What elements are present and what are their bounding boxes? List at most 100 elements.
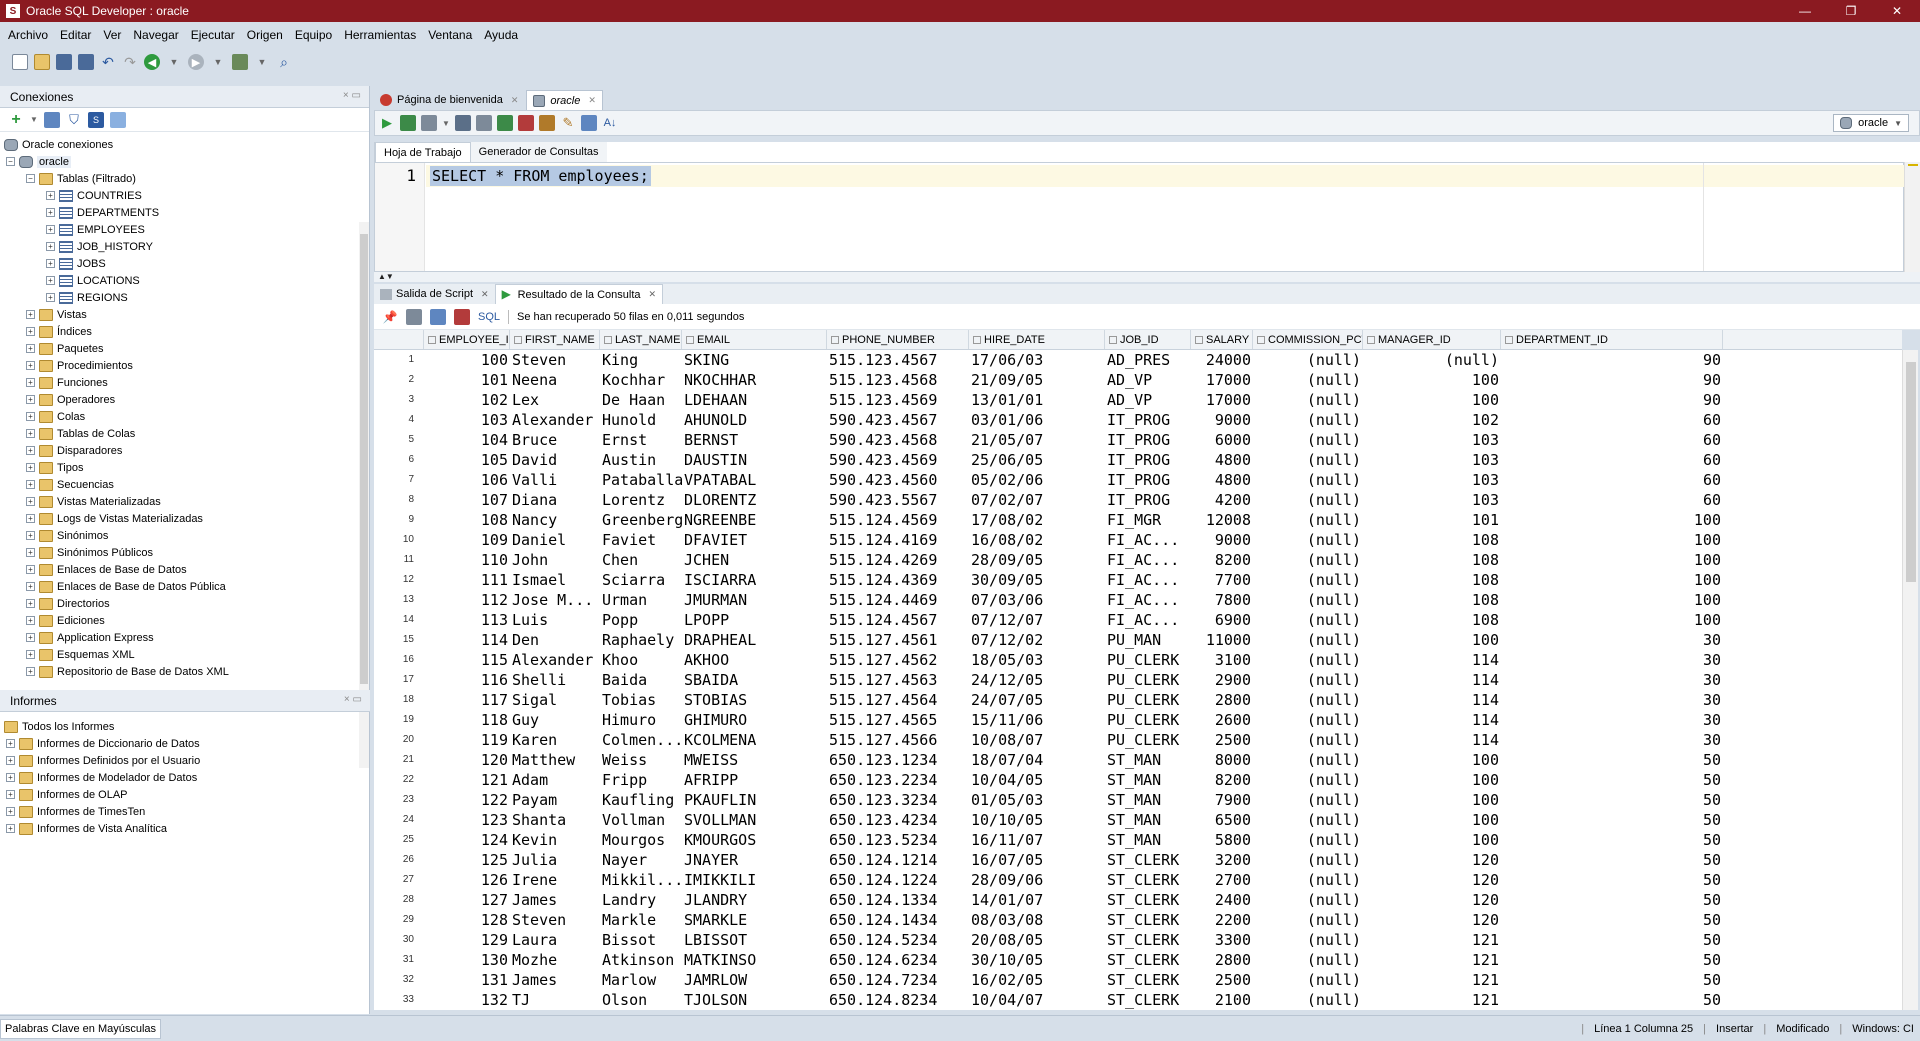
table-row[interactable]: 15 114 Den Raphaely DRAPHEAL 515.127.4561 07/1… <box>374 630 1902 650</box>
table-cell[interactable]: 25/06/05 <box>969 450 1105 470</box>
table-cell[interactable]: Sciarra <box>600 570 682 590</box>
expand-icon[interactable]: + <box>26 429 35 438</box>
table-cell[interactable]: Valli <box>510 470 600 490</box>
table-cell[interactable]: FI_MGR <box>1105 510 1191 530</box>
binoculars-icon[interactable]: ⌕ <box>276 54 292 70</box>
table-cell[interactable]: 650.123.1234 <box>827 750 969 770</box>
table-cell[interactable]: 50 <box>1501 990 1723 1010</box>
table-cell[interactable]: Laura <box>510 930 600 950</box>
column-header[interactable]: DEPARTMENT_ID <box>1501 330 1723 349</box>
table-row[interactable]: 18 117 Sigal Tobias STOBIAS 515.127.4564 24/07… <box>374 690 1902 710</box>
table-cell[interactable]: 121 <box>1363 990 1501 1010</box>
table-cell[interactable]: 590.423.4569 <box>827 450 969 470</box>
tree-root[interactable]: Oracle conexiones <box>0 136 369 153</box>
run-target-dropdown-icon[interactable]: ▼ <box>254 54 270 70</box>
table-cell[interactable]: Raphaely <box>600 630 682 650</box>
table-cell[interactable]: 122 <box>424 790 510 810</box>
table-cell[interactable]: 10/08/07 <box>969 730 1105 750</box>
table-cell[interactable]: (null) <box>1253 730 1363 750</box>
table-cell[interactable]: 103 <box>1363 470 1501 490</box>
tree-folder-item[interactable]: + Disparadores <box>0 442 369 459</box>
expand-icon[interactable]: + <box>26 480 35 489</box>
table-cell[interactable]: 650.124.6234 <box>827 950 969 970</box>
table-cell[interactable]: 50 <box>1501 750 1723 770</box>
table-cell[interactable]: 108 <box>1363 530 1501 550</box>
table-cell[interactable]: FI_AC... <box>1105 530 1191 550</box>
table-cell[interactable]: 7700 <box>1191 570 1253 590</box>
table-cell[interactable]: 50 <box>1501 930 1723 950</box>
tree-table-item[interactable]: + LOCATIONS <box>0 272 369 289</box>
table-cell[interactable]: 102 <box>1363 410 1501 430</box>
table-cell[interactable]: 650.124.1224 <box>827 870 969 890</box>
tree-folder-item[interactable]: + Sinónimos <box>0 527 369 544</box>
table-cell[interactable]: James <box>510 970 600 990</box>
table-cell[interactable]: 111 <box>424 570 510 590</box>
table-cell[interactable]: GHIMURO <box>682 710 827 730</box>
menu-herramientas[interactable]: Herramientas <box>338 28 422 42</box>
table-row[interactable]: 17 116 Shelli Baida SBAIDA 515.127.4563 24/12/… <box>374 670 1902 690</box>
table-cell[interactable]: 2600 <box>1191 710 1253 730</box>
table-cell[interactable]: 114 <box>1363 730 1501 750</box>
table-cell[interactable]: 114 <box>1363 690 1501 710</box>
menu-archivo[interactable]: Archivo <box>2 28 54 42</box>
minimize-button[interactable]: — <box>1782 0 1828 22</box>
connection-select[interactable]: oracle ▼ <box>1833 114 1909 132</box>
table-cell[interactable]: Tobias <box>600 690 682 710</box>
table-cell[interactable]: John <box>510 550 600 570</box>
tab-worksheet[interactable]: Hoja de Trabajo <box>375 142 471 162</box>
expand-icon[interactable]: + <box>26 463 35 472</box>
table-cell[interactable]: 100 <box>1363 630 1501 650</box>
expand-icon[interactable]: + <box>26 582 35 591</box>
table-cell[interactable]: AD_VP <box>1105 390 1191 410</box>
table-cell[interactable]: 90 <box>1501 350 1723 370</box>
forward-icon[interactable]: ▶ <box>188 54 204 70</box>
table-cell[interactable]: 102 <box>424 390 510 410</box>
table-cell[interactable]: King <box>600 350 682 370</box>
column-header[interactable]: JOB_ID <box>1105 330 1191 349</box>
table-cell[interactable]: 30 <box>1501 730 1723 750</box>
tree-folder-item[interactable]: + Repositorio de Base de Datos XML <box>0 663 369 680</box>
table-cell[interactable]: Weiss <box>600 750 682 770</box>
expand-icon[interactable]: + <box>46 293 55 302</box>
table-row[interactable]: 21 120 Matthew Weiss MWEISS 650.123.1234 18/07… <box>374 750 1902 770</box>
table-row[interactable]: 8 107 Diana Lorentz DLORENTZ 590.423.5567 07/0… <box>374 490 1902 510</box>
table-cell[interactable]: 12008 <box>1191 510 1253 530</box>
tree-table-item[interactable]: + JOB_HISTORY <box>0 238 369 255</box>
table-cell[interactable]: 4800 <box>1191 450 1253 470</box>
expand-icon[interactable]: + <box>46 191 55 200</box>
menu-equipo[interactable]: Equipo <box>289 28 338 42</box>
table-cell[interactable]: 30 <box>1501 670 1723 690</box>
expand-icon[interactable]: + <box>46 276 55 285</box>
table-cell[interactable]: 121 <box>1363 950 1501 970</box>
column-header[interactable]: SALARY <box>1191 330 1253 349</box>
table-cell[interactable]: 90 <box>1501 370 1723 390</box>
table-cell[interactable]: 50 <box>1501 810 1723 830</box>
table-cell[interactable]: 590.423.5567 <box>827 490 969 510</box>
table-row[interactable]: 33 132 TJ Olson TJOLSON 650.124.8234 10/04/07 S… <box>374 990 1902 1010</box>
table-cell[interactable]: 100 <box>1363 810 1501 830</box>
scrollbar-thumb[interactable] <box>360 234 368 684</box>
tree-folder-item[interactable]: + Esquemas XML <box>0 646 369 663</box>
table-cell[interactable]: 28/09/05 <box>969 550 1105 570</box>
maximize-button[interactable]: ❐ <box>1828 0 1874 22</box>
table-cell[interactable]: 120 <box>1363 890 1501 910</box>
table-cell[interactable]: 108 <box>1363 550 1501 570</box>
close-tab-icon[interactable]: ✕ <box>588 95 596 106</box>
tree-folder-item[interactable]: + Enlaces de Base de Datos <box>0 561 369 578</box>
table-row[interactable]: 14 113 Luis Popp LPOPP 515.124.4567 07/12/07 FI… <box>374 610 1902 630</box>
tree-table-item[interactable]: + DEPARTMENTS <box>0 204 369 221</box>
table-cell[interactable]: IT_PROG <box>1105 410 1191 430</box>
table-cell[interactable]: Khoo <box>600 650 682 670</box>
column-header[interactable]: EMPLOYEE_ID <box>424 330 510 349</box>
table-cell[interactable]: 120 <box>1363 870 1501 890</box>
table-cell[interactable]: IT_PROG <box>1105 470 1191 490</box>
table-cell[interactable]: (null) <box>1253 870 1363 890</box>
table-cell[interactable]: 100 <box>1501 610 1723 630</box>
table-cell[interactable]: 50 <box>1501 790 1723 810</box>
table-cell[interactable]: ST_MAN <box>1105 790 1191 810</box>
sql-tuning-icon[interactable] <box>476 115 492 131</box>
table-cell[interactable]: 10/10/05 <box>969 810 1105 830</box>
table-cell[interactable]: JCHEN <box>682 550 827 570</box>
autotrace-dropdown-icon[interactable]: ▼ <box>442 115 450 131</box>
table-cell[interactable]: 100 <box>1363 830 1501 850</box>
